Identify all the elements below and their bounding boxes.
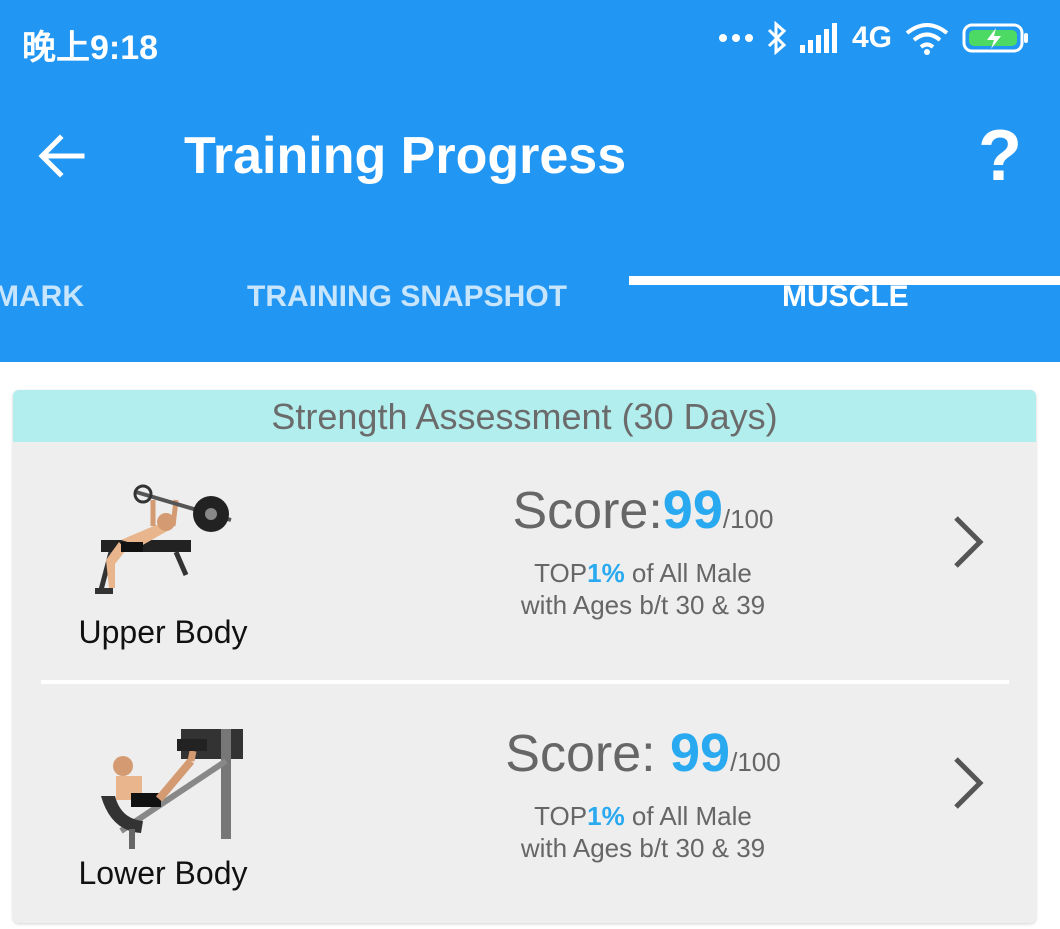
- signal-icon: [799, 23, 837, 53]
- score-max: /100: [722, 504, 774, 534]
- tab-muscle[interactable]: MUSCLE: [782, 272, 909, 362]
- status-icons: 4G: [718, 18, 1030, 58]
- rank-percent: 1%: [587, 801, 625, 831]
- chevron-right-icon[interactable]: [948, 512, 988, 572]
- chevron-right-icon[interactable]: [948, 753, 988, 813]
- bench-press-image: [95, 484, 232, 594]
- lower-body-label: Lower Body: [78, 855, 248, 891]
- rank-suffix: of All Male: [624, 558, 752, 588]
- score-prefix: Score:: [512, 482, 663, 540]
- help-button[interactable]: ?: [978, 116, 1022, 196]
- card-header: Strength Assessment (30 Days): [13, 390, 1036, 442]
- battery-charging-icon: [962, 23, 1028, 53]
- age-range-text: with Ages b/t 30 & 39: [520, 590, 766, 620]
- rank-prefix: TOP: [534, 558, 588, 588]
- tab-training-snapshot[interactable]: TRAINING SNAPSHOT: [247, 272, 567, 362]
- back-button[interactable]: [34, 126, 94, 186]
- score-max: /100: [730, 747, 781, 777]
- lower-body-score: Score: 99/100 TOP1% of All Male with Age…: [413, 723, 873, 864]
- leg-press-image: [101, 729, 243, 849]
- row-divider: [41, 680, 1009, 684]
- rank-prefix: TOP: [534, 801, 588, 831]
- age-range-text: with Ages b/t 30 & 39: [520, 833, 766, 863]
- status-bar: 晚上9:18 4G: [0, 0, 1060, 76]
- app-bar: Training Progress ? MARK TRAINING SNAPSH…: [0, 76, 1060, 362]
- upper-body-score: Score:99/100 TOP1% of All Male with Ages…: [413, 480, 873, 621]
- score-value: 99: [662, 480, 723, 540]
- upper-body-label: Upper Body: [78, 614, 248, 650]
- tab-mark[interactable]: MARK: [0, 272, 84, 362]
- rank-suffix: of All Male: [624, 801, 752, 831]
- arrow-left-icon: [38, 134, 85, 178]
- wifi-icon: [905, 23, 949, 55]
- strength-assessment-card: Strength Assessment (30 Days) Upper Body…: [13, 390, 1036, 923]
- bluetooth-icon: [767, 21, 787, 55]
- status-time: 晚上9:18: [22, 29, 159, 67]
- page-title: Training Progress: [184, 127, 627, 185]
- more-dots-icon: [718, 34, 753, 42]
- tab-indicator: [629, 276, 1060, 285]
- lower-body-row[interactable]: Lower Body Score: 99/100 TOP1% of All Ma…: [13, 685, 1036, 923]
- tab-bar: MARK TRAINING SNAPSHOT MUSCLE: [0, 272, 1060, 362]
- network-type: 4G: [851, 21, 892, 54]
- rank-percent: 1%: [587, 558, 625, 588]
- score-prefix: Score:: [505, 725, 671, 783]
- upper-body-row[interactable]: Upper Body Score:99/100 TOP1% of All Mal…: [13, 442, 1036, 682]
- score-value: 99: [670, 723, 731, 783]
